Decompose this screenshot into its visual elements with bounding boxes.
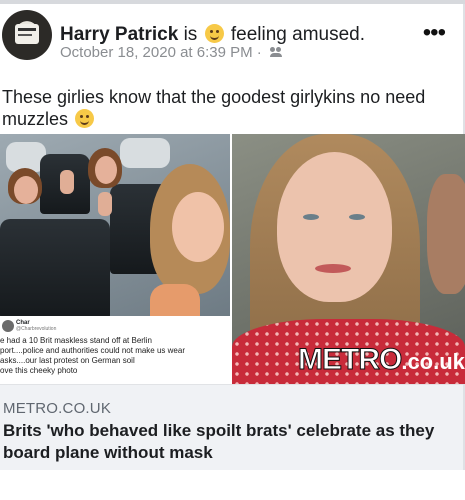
activity-text: feeling amused. [230, 24, 366, 45]
link-title[interactable]: Brits 'who behaved like spoilt brats' ce… [3, 420, 443, 464]
metro-watermark: METRO.co.uk [297, 343, 465, 377]
avatar-image [15, 24, 39, 44]
post-meta: October 18, 2020 at 6:39 PM · [60, 44, 284, 61]
metro-watermark-word: METRO [297, 343, 402, 377]
grinning-emoji-icon [75, 109, 95, 128]
post-header: Harry Patrick is feeling amused. [60, 24, 365, 45]
embedded-tweet: Char @Charbrevolution e had a 10 Brit ma… [0, 316, 230, 384]
post-text: These girlies know that the goodest girl… [2, 86, 442, 130]
meta-separator: · [256, 44, 262, 61]
link-domain: METRO.CO.UK [3, 400, 112, 417]
divider [0, 0, 465, 4]
tweet-avatar [2, 320, 14, 332]
activity-prefix: is [183, 24, 198, 45]
more-options-icon[interactable]: ••• [423, 21, 446, 45]
tweet-handle: @Charbrevolution [16, 326, 57, 332]
author-name[interactable]: Harry Patrick [60, 24, 178, 45]
post-card: Harry Patrick is feeling amused. October… [0, 0, 465, 500]
post-footer [0, 470, 465, 500]
post-text-content: These girlies know that the goodest girl… [2, 87, 426, 129]
post-timestamp[interactable]: October 18, 2020 at 6:39 PM [60, 44, 253, 61]
tweet-body: e had a 10 Brit maskless stand off at Be… [0, 336, 185, 375]
friends-icon[interactable] [269, 47, 284, 57]
metro-watermark-tld: .co.uk [401, 349, 465, 374]
avatar[interactable] [2, 10, 52, 60]
plane-photo [0, 134, 230, 316]
slightly-smiling-emoji-icon [204, 24, 224, 43]
